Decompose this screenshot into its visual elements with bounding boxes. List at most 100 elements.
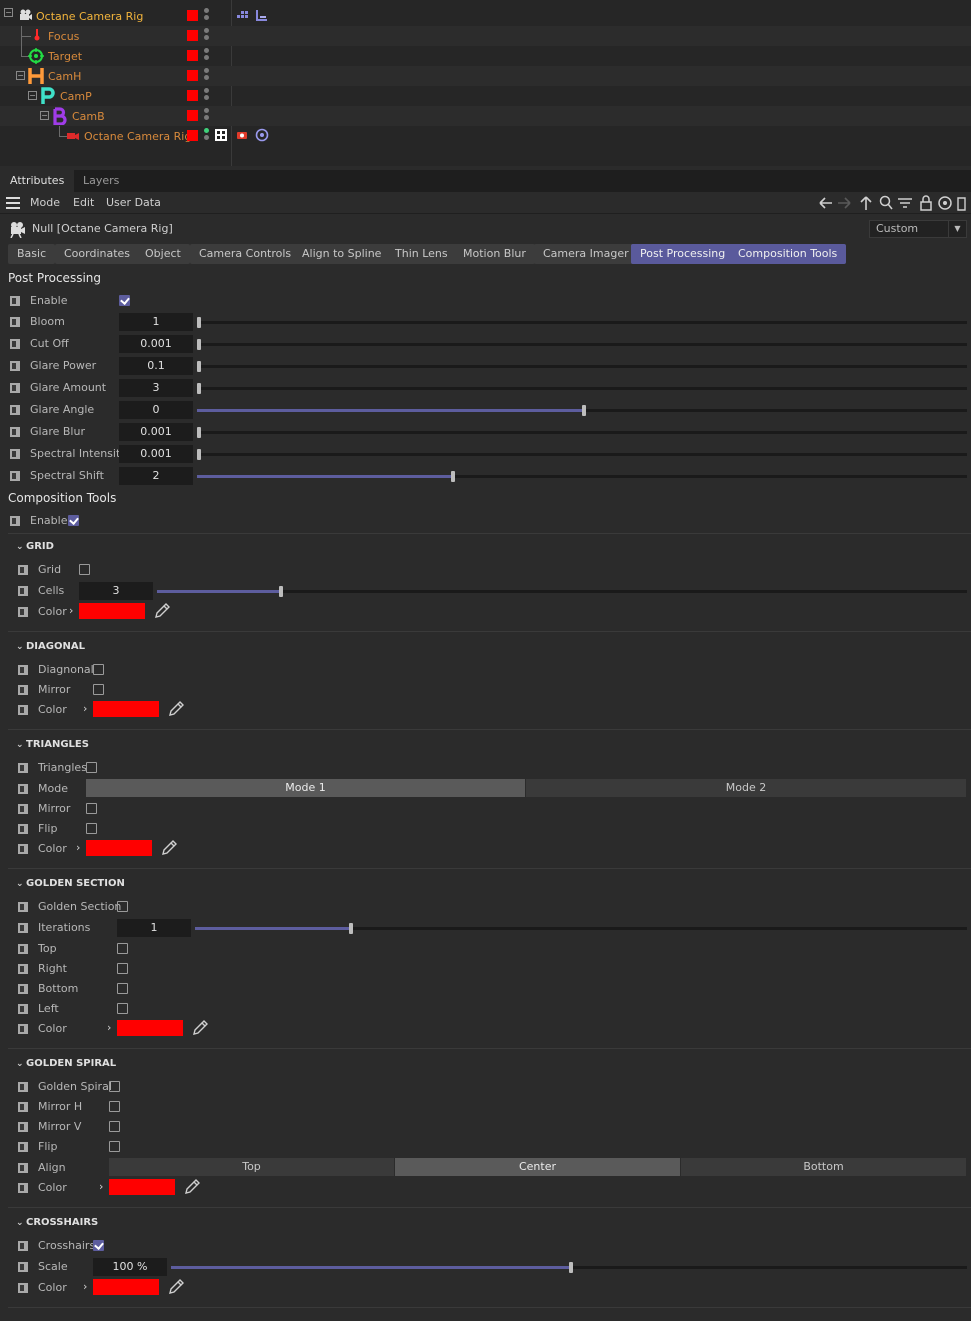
- param-value-field[interactable]: 2: [119, 467, 193, 485]
- triangles-checkbox[interactable]: [86, 762, 97, 773]
- keyframe-icon[interactable]: [18, 665, 28, 675]
- keyframe-icon[interactable]: [18, 1082, 28, 1092]
- tab-camera-controls[interactable]: Camera Controls: [190, 244, 301, 264]
- object-row-camera[interactable]: Octane Camera Rig: [0, 126, 971, 146]
- align-top-button[interactable]: Top: [109, 1158, 395, 1176]
- keyframe-icon[interactable]: [18, 923, 28, 933]
- mode-2-button[interactable]: Mode 2: [526, 779, 967, 797]
- keyframe-icon[interactable]: [10, 449, 20, 459]
- tag-rig-icon[interactable]: [236, 8, 250, 22]
- keyframe-icon[interactable]: [18, 804, 28, 814]
- keyframe-icon[interactable]: [18, 784, 28, 794]
- eyedropper-icon[interactable]: [191, 1019, 209, 1037]
- slider-knob[interactable]: [278, 586, 283, 597]
- tab-thin-lens[interactable]: Thin Lens: [386, 244, 457, 264]
- crosshairs-checkbox[interactable]: [93, 1240, 104, 1251]
- keyframe-icon[interactable]: [18, 1024, 28, 1034]
- hamburger-menu-icon[interactable]: [6, 197, 20, 209]
- keyframe-icon[interactable]: [18, 607, 28, 617]
- slider-knob[interactable]: [349, 923, 354, 934]
- group-header-crosshairs[interactable]: ⌄ CROSSHAIRS: [16, 1217, 98, 1228]
- keyframe-icon[interactable]: [10, 427, 20, 437]
- param-slider[interactable]: [197, 427, 967, 438]
- spiral-flip-checkbox[interactable]: [109, 1141, 120, 1152]
- slider-knob[interactable]: [569, 1262, 573, 1273]
- collapse-toggle-icon[interactable]: −: [16, 71, 25, 80]
- keyframe-icon[interactable]: [18, 705, 28, 715]
- collapse-toggle-icon[interactable]: −: [4, 8, 13, 17]
- group-header-triangles[interactable]: ⌄ TRIANGLES: [16, 739, 89, 750]
- keyframe-icon[interactable]: [18, 1122, 28, 1132]
- slider-knob[interactable]: [582, 405, 586, 416]
- tab-layers[interactable]: Layers: [73, 170, 129, 192]
- chevron-right-icon[interactable]: ›: [76, 841, 80, 854]
- keyframe-icon[interactable]: [10, 339, 20, 349]
- enable-checkbox[interactable]: [119, 295, 130, 306]
- tag-align-icon[interactable]: [255, 8, 269, 22]
- keyframe-icon[interactable]: [18, 586, 28, 596]
- param-value-field[interactable]: 0: [119, 401, 193, 419]
- slider-knob[interactable]: [197, 383, 201, 394]
- tab-object[interactable]: Object: [136, 244, 190, 264]
- keyframe-icon[interactable]: [18, 685, 28, 695]
- visibility-dots[interactable]: [204, 8, 209, 22]
- visibility-dots[interactable]: [204, 28, 209, 42]
- collapse-toggle-icon[interactable]: −: [28, 91, 37, 100]
- visibility-dots[interactable]: [204, 108, 209, 122]
- object-row-target[interactable]: Target: [0, 46, 971, 66]
- slider-knob[interactable]: [197, 449, 201, 460]
- tab-camera-imager[interactable]: Camera Imager: [534, 244, 638, 264]
- mode-1-button[interactable]: Mode 1: [86, 779, 526, 797]
- chevron-right-icon[interactable]: ›: [107, 1021, 111, 1034]
- keyframe-icon[interactable]: [10, 405, 20, 415]
- slider-knob[interactable]: [197, 427, 201, 438]
- chevron-right-icon[interactable]: ›: [99, 1180, 103, 1193]
- gs-bottom-checkbox[interactable]: [117, 983, 128, 994]
- menu-edit[interactable]: Edit: [73, 196, 94, 209]
- triangles-color-swatch[interactable]: [86, 840, 152, 856]
- eyedropper-icon[interactable]: [153, 602, 171, 620]
- triangles-mirror-checkbox[interactable]: [86, 803, 97, 814]
- scale-field[interactable]: 100 %: [93, 1258, 167, 1276]
- keyframe-icon[interactable]: [18, 1262, 28, 1272]
- keyframe-icon[interactable]: [18, 824, 28, 834]
- param-value-field[interactable]: 0.001: [119, 445, 193, 463]
- collapse-toggle-icon[interactable]: −: [40, 111, 49, 120]
- display-color-badge[interactable]: [187, 130, 198, 141]
- group-header-grid[interactable]: ⌄ GRID: [16, 541, 54, 552]
- keyframe-icon[interactable]: [18, 1142, 28, 1152]
- keyframe-icon[interactable]: [18, 565, 28, 575]
- visibility-dots[interactable]: [204, 48, 209, 62]
- param-slider[interactable]: [197, 361, 967, 372]
- ct-enable-checkbox[interactable]: [68, 515, 79, 526]
- gs-left-checkbox[interactable]: [117, 1003, 128, 1014]
- visibility-dots[interactable]: [204, 68, 209, 82]
- keyframe-icon[interactable]: [10, 516, 20, 526]
- eyedropper-icon[interactable]: [160, 839, 178, 857]
- menu-user-data[interactable]: User Data: [106, 196, 161, 209]
- keyframe-icon[interactable]: [18, 763, 28, 773]
- visibility-dots[interactable]: [204, 88, 209, 102]
- slider-knob[interactable]: [197, 339, 201, 350]
- checker-tag-icon[interactable]: [215, 129, 227, 141]
- param-slider[interactable]: [197, 317, 967, 328]
- param-value-field[interactable]: 1: [119, 313, 193, 331]
- eyedropper-icon[interactable]: [167, 700, 185, 718]
- tab-basic[interactable]: Basic: [8, 244, 56, 264]
- slider-knob[interactable]: [451, 471, 456, 482]
- align-center-button[interactable]: Center: [395, 1158, 681, 1176]
- chevron-right-icon[interactable]: ›: [83, 702, 87, 715]
- object-row-camb[interactable]: − CamB: [0, 106, 971, 126]
- group-header-golden-section[interactable]: ⌄ GOLDEN SECTION: [16, 878, 125, 889]
- tab-composition-tools[interactable]: Composition Tools: [729, 244, 847, 264]
- group-header-diagonal[interactable]: ⌄ DIAGONAL: [16, 641, 85, 652]
- spiral-color-swatch[interactable]: [109, 1179, 175, 1195]
- display-color-badge[interactable]: [187, 50, 198, 61]
- keyframe-icon[interactable]: [10, 383, 20, 393]
- object-name[interactable]: Octane Camera Rig: [84, 130, 191, 143]
- eyedropper-icon[interactable]: [183, 1178, 201, 1196]
- tab-motion-blur[interactable]: Motion Blur: [454, 244, 535, 264]
- keyframe-icon[interactable]: [18, 1004, 28, 1014]
- object-row-focus[interactable]: Focus: [0, 26, 971, 46]
- keyframe-icon[interactable]: [18, 1102, 28, 1112]
